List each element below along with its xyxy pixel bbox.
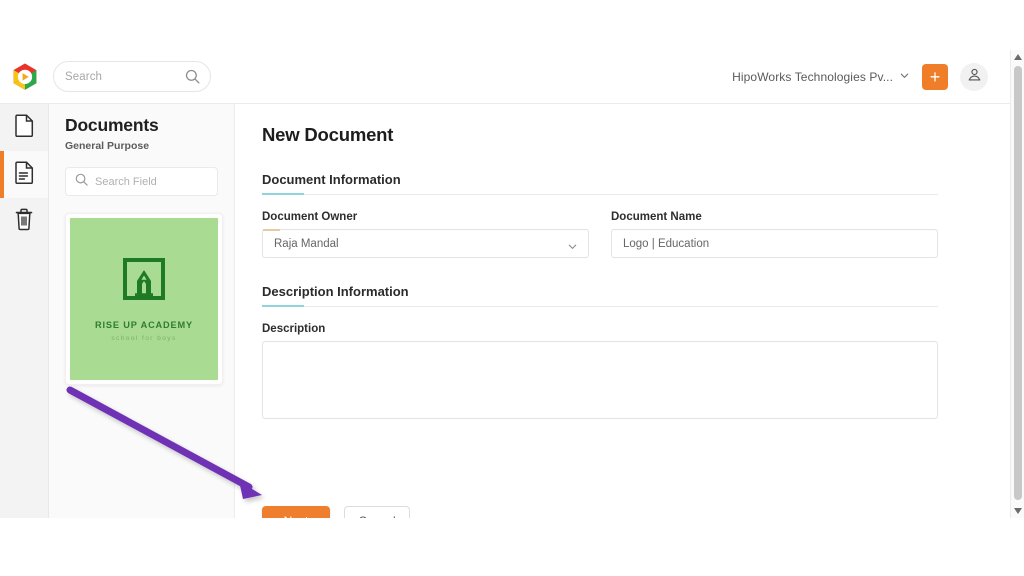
global-search-input[interactable]: Search [53, 61, 211, 92]
top-bar-actions: HipoWorks Technologies Pv... + [732, 62, 1010, 91]
cancel-button[interactable]: Cancel [344, 506, 410, 518]
caret-up-icon[interactable] [1011, 50, 1024, 64]
document-owner-select[interactable]: Raja Mandal [262, 229, 589, 258]
caret-down-icon[interactable] [1011, 504, 1024, 518]
file-text-icon [14, 160, 34, 189]
section-document-information: Document Information Document Owner Raja… [262, 172, 998, 258]
trash-icon [14, 208, 34, 236]
global-search-placeholder: Search [65, 70, 103, 83]
sidebar-subtitle: General Purpose [65, 140, 150, 152]
document-thumbnail-card[interactable]: RISE UP ACADEMY school for boys [65, 213, 223, 385]
search-icon[interactable] [185, 69, 200, 89]
top-bar: Search HipoWorks Technologies Pv... + [0, 50, 1010, 104]
search-icon [75, 173, 88, 191]
label-document-name: Document Name [611, 211, 702, 223]
plus-icon: + [929, 66, 941, 87]
account-button[interactable] [960, 62, 988, 91]
rail-item-documents[interactable] [0, 104, 48, 151]
form-actions: Next Cancel [262, 506, 998, 518]
label-document-owner: Document Owner [262, 211, 358, 223]
org-name: HipoWorks Technologies Pv... [732, 69, 893, 84]
documents-sidebar: Documents General Purpose Search Field R… [49, 50, 235, 518]
add-button[interactable]: + [922, 63, 948, 90]
page-title: Documents [65, 115, 159, 135]
chevron-down-icon [567, 239, 578, 257]
academy-square-pencil-logo [121, 256, 167, 307]
section-heading-description-information: Description Information [262, 284, 938, 307]
rail-item-trash[interactable] [0, 198, 48, 245]
chevron-down-icon [899, 68, 910, 86]
thumbnail-tagline: school for boys [111, 335, 177, 342]
org-switcher[interactable]: HipoWorks Technologies Pv... [732, 68, 910, 86]
description-textarea[interactable] [262, 341, 938, 419]
document-name-value: Logo | Education [623, 237, 710, 250]
thumbnail-artwork: RISE UP ACADEMY school for boys [70, 218, 218, 380]
vertical-scrollbar[interactable] [1010, 50, 1024, 518]
field-document-owner: Document Owner Raja Mandal [262, 211, 589, 258]
app-window: Documents General Purpose Search Field R… [0, 50, 1024, 518]
section-heading-document-information: Document Information [262, 172, 938, 195]
new-document-heading: New Document [262, 124, 394, 145]
icon-rail [0, 50, 49, 518]
field-description: Description [262, 323, 938, 419]
document-name-input[interactable]: Logo | Education [611, 229, 938, 258]
rail-item-general-purpose[interactable] [0, 151, 48, 198]
thumbnail-title: RISE UP ACADEMY [94, 320, 193, 330]
field-document-name: Document Name Logo | Education [611, 211, 938, 258]
scrollbar-thumb[interactable] [1014, 66, 1022, 500]
main-content: New Document Document Information Docume… [235, 50, 1024, 518]
sidebar-search-placeholder: Search Field [95, 175, 157, 188]
hexagon-play-logo[interactable] [10, 62, 40, 92]
document-owner-value: Raja Mandal [274, 237, 339, 250]
sidebar-search-input[interactable]: Search Field [65, 167, 218, 196]
next-button[interactable]: Next [262, 506, 330, 518]
user-account-icon [967, 67, 982, 87]
section-description-information: Description Information Description [262, 284, 998, 419]
file-icon [14, 113, 34, 142]
label-description: Description [262, 323, 326, 335]
